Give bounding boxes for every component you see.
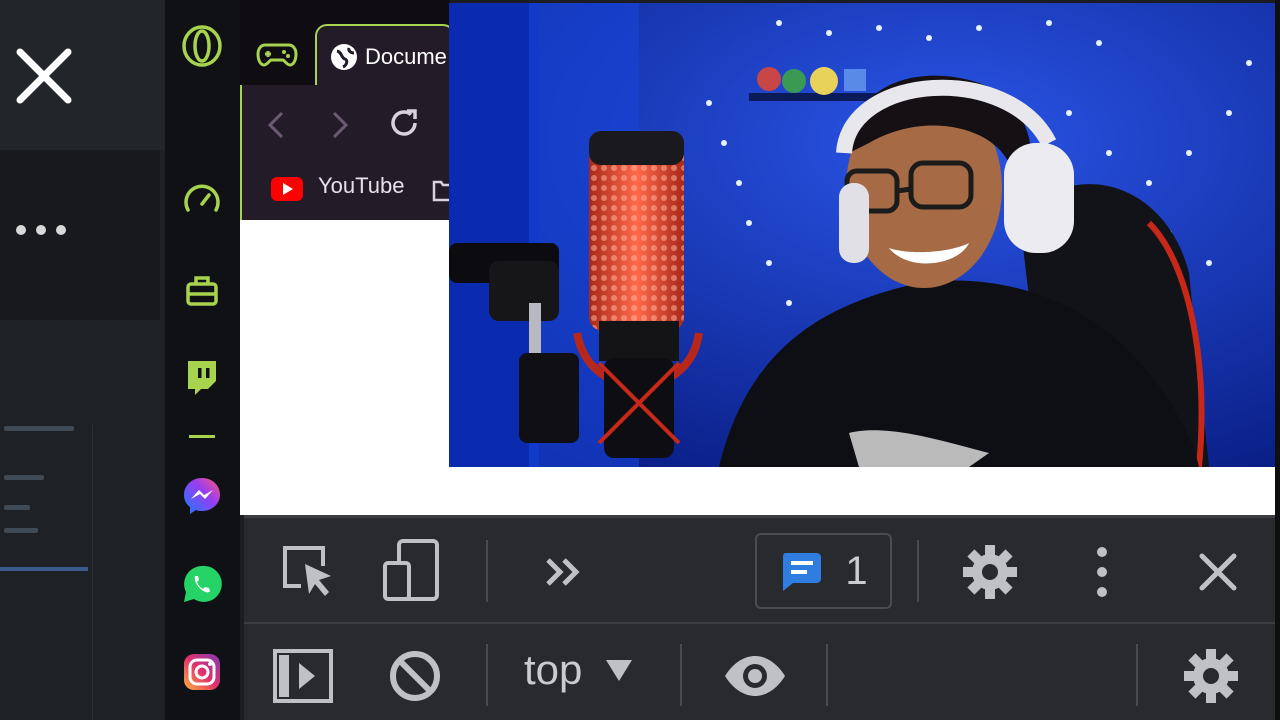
back-icon[interactable] xyxy=(264,110,288,140)
messenger-icon[interactable] xyxy=(180,474,224,518)
close-icon xyxy=(1199,553,1237,591)
live-expression-icon xyxy=(725,656,785,696)
opera-logo-icon[interactable] xyxy=(180,24,224,68)
webcam-overlay xyxy=(449,3,1280,467)
youtube-icon xyxy=(271,177,303,201)
console-toolbar: top xyxy=(244,622,1275,720)
screen: Docume YouTube 1 top xyxy=(0,0,1280,720)
clear-console-icon xyxy=(390,651,440,701)
code-line xyxy=(4,426,74,431)
code-line xyxy=(4,528,38,533)
more-horizontal-icon[interactable] xyxy=(16,225,66,235)
context-label: top xyxy=(524,646,583,693)
toolbar-separator xyxy=(486,644,488,706)
navigation-bar xyxy=(240,85,450,160)
chevron-down-icon xyxy=(606,660,633,681)
settings-button[interactable] xyxy=(957,540,1023,604)
bookmarks-bar: YouTube xyxy=(240,160,452,220)
close-devtools-button[interactable] xyxy=(1188,546,1248,598)
device-toolbar-icon xyxy=(383,539,439,601)
tab-label: Docume xyxy=(365,44,447,69)
context-selector[interactable]: top xyxy=(524,646,634,694)
reload-icon[interactable] xyxy=(388,107,420,139)
editor-overflow-area xyxy=(0,150,160,320)
divider xyxy=(92,425,93,720)
webcam-feed xyxy=(449,3,1280,467)
bookmark-youtube[interactable]: YouTube xyxy=(242,160,422,220)
device-toolbar-button[interactable] xyxy=(376,536,446,606)
close-icon[interactable] xyxy=(10,42,80,112)
messages-badge[interactable]: 1 xyxy=(755,533,892,609)
bookmark-label: YouTube xyxy=(318,173,405,198)
globe-icon xyxy=(331,44,357,70)
forward-icon[interactable] xyxy=(328,110,352,140)
chevrons-right-icon xyxy=(546,558,580,586)
tab-document[interactable]: Docume xyxy=(315,24,455,86)
messages-count: 1 xyxy=(845,548,868,593)
clear-console-button[interactable] xyxy=(384,646,446,706)
gamepad-icon xyxy=(256,43,298,67)
inspect-element-icon xyxy=(283,546,331,596)
message-icon xyxy=(783,553,822,591)
inspect-element-button[interactable] xyxy=(274,540,344,604)
code-line xyxy=(4,475,44,480)
kebab-menu-icon xyxy=(1097,547,1107,597)
toolbar-separator xyxy=(680,644,682,706)
extensions-icon[interactable] xyxy=(180,268,224,312)
gear-icon xyxy=(1184,649,1238,703)
editor-panel xyxy=(0,0,165,720)
whatsapp-icon[interactable] xyxy=(180,562,224,606)
kebab-menu-button[interactable] xyxy=(1082,542,1122,602)
gear-icon xyxy=(963,545,1017,599)
code-selection xyxy=(0,567,88,571)
show-sidebar-button[interactable] xyxy=(268,644,338,708)
toolbar-separator xyxy=(917,540,919,602)
speed-dial-icon[interactable] xyxy=(180,178,224,222)
twitch-icon[interactable] xyxy=(180,355,224,399)
code-line xyxy=(4,505,30,510)
toolbar-separator xyxy=(1136,644,1138,706)
more-tabs-button[interactable] xyxy=(536,548,592,596)
show-sidebar-icon xyxy=(273,649,333,703)
sidebar-divider xyxy=(180,415,224,459)
instagram-icon[interactable] xyxy=(180,650,224,694)
devtools-toolbar: 1 xyxy=(244,515,1275,622)
toolbar-separator xyxy=(826,644,828,706)
window-edge xyxy=(1275,0,1280,720)
console-settings-button[interactable] xyxy=(1178,644,1244,708)
toolbar-separator xyxy=(486,540,488,602)
live-expression-button[interactable] xyxy=(718,648,792,704)
tab-gaming[interactable] xyxy=(255,35,305,75)
